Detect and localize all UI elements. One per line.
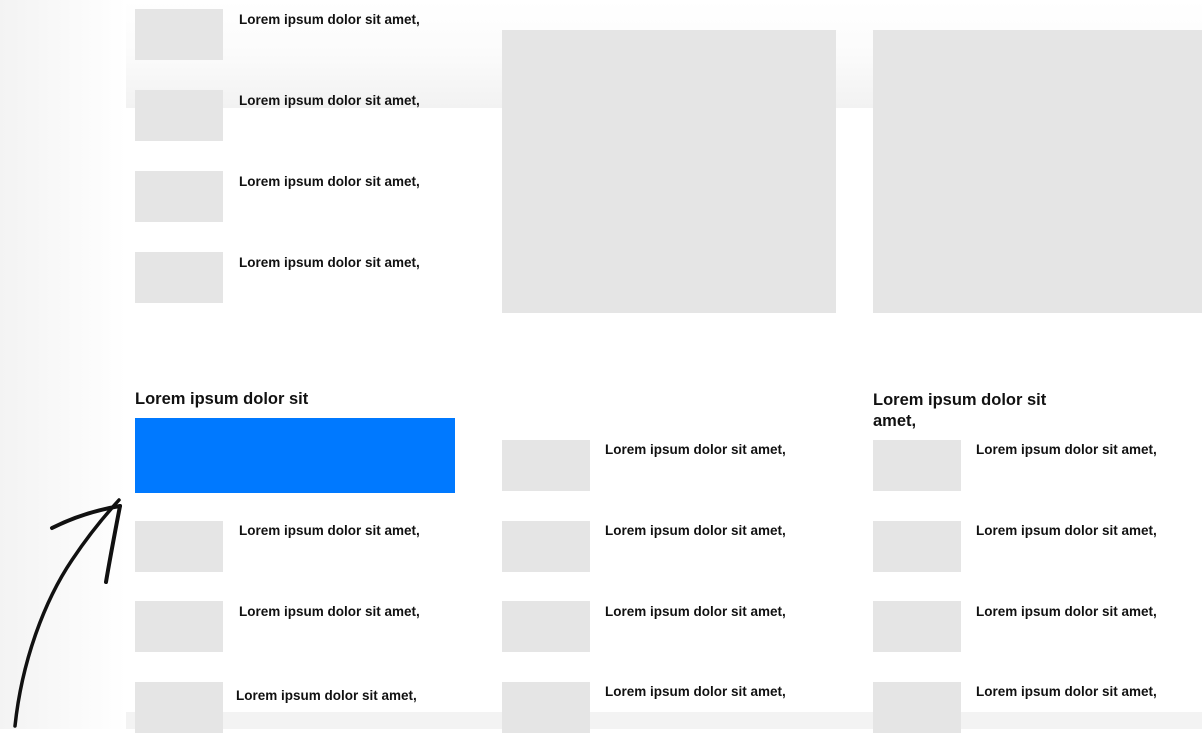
featured-image-placeholder[interactable] xyxy=(502,30,836,313)
list-item-title[interactable]: Lorem ipsum dolor sit amet, xyxy=(239,12,420,28)
list-item-thumbnail[interactable] xyxy=(873,682,961,733)
section-heading: Lorem ipsum dolor sit xyxy=(135,390,309,408)
list-item-title[interactable]: Lorem ipsum dolor sit amet, xyxy=(605,604,786,620)
list-item-thumbnail[interactable] xyxy=(873,601,961,652)
list-item-title[interactable]: Lorem ipsum dolor sit amet, xyxy=(605,442,786,458)
list-item-title[interactable]: Lorem ipsum dolor sit amet, xyxy=(239,523,420,539)
list-item-title[interactable]: Lorem ipsum dolor sit amet, xyxy=(976,684,1157,700)
section-heading: Lorem ipsum dolor sit amet, xyxy=(873,391,1047,430)
list-item-title[interactable]: Lorem ipsum dolor sit amet, xyxy=(239,93,420,109)
list-item-thumbnail[interactable] xyxy=(135,171,223,222)
list-item-thumbnail[interactable] xyxy=(502,682,590,733)
bottom-shade xyxy=(126,712,1202,729)
list-item-thumbnail[interactable] xyxy=(135,682,223,733)
list-item-thumbnail[interactable] xyxy=(135,9,223,60)
list-item-title[interactable]: Lorem ipsum dolor sit amet, xyxy=(605,684,786,700)
list-item-thumbnail[interactable] xyxy=(135,601,223,652)
list-item-thumbnail[interactable] xyxy=(502,601,590,652)
list-item-title[interactable]: Lorem ipsum dolor sit amet, xyxy=(976,442,1157,458)
list-item-thumbnail[interactable] xyxy=(135,521,223,572)
hand-drawn-arrow-icon xyxy=(13,498,122,728)
list-item-title[interactable]: Lorem ipsum dolor sit amet, xyxy=(239,604,420,620)
highlight-block[interactable] xyxy=(135,418,455,493)
list-item-thumbnail[interactable] xyxy=(135,90,223,141)
list-item-title[interactable]: Lorem ipsum dolor sit amet, xyxy=(239,174,420,190)
list-item-title[interactable]: Lorem ipsum dolor sit amet, xyxy=(236,688,417,704)
list-item-title[interactable]: Lorem ipsum dolor sit amet, xyxy=(239,255,420,271)
list-item-title[interactable]: Lorem ipsum dolor sit amet, xyxy=(976,523,1157,539)
list-item-title[interactable]: Lorem ipsum dolor sit amet, xyxy=(605,523,786,539)
list-item-title[interactable]: Lorem ipsum dolor sit amet, xyxy=(976,604,1157,620)
list-item-thumbnail[interactable] xyxy=(502,521,590,572)
list-item-thumbnail[interactable] xyxy=(873,521,961,572)
list-item-thumbnail[interactable] xyxy=(873,440,961,491)
list-item-thumbnail[interactable] xyxy=(135,252,223,303)
list-item-thumbnail[interactable] xyxy=(502,440,590,491)
featured-image-placeholder[interactable] xyxy=(873,30,1202,313)
